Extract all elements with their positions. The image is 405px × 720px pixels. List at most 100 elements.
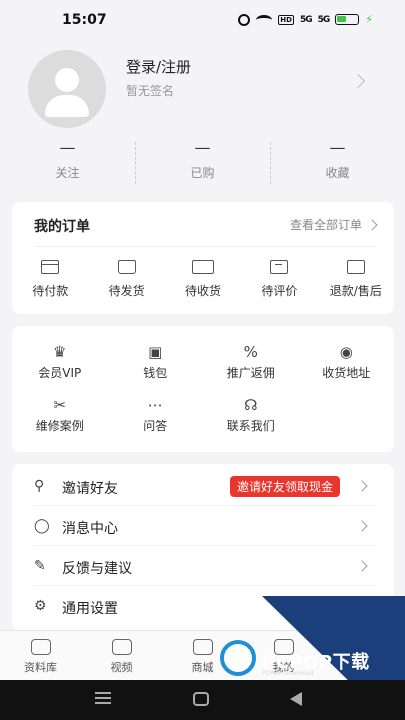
comment-icon [270, 260, 289, 274]
chevron-right-icon [356, 480, 368, 492]
order-pending-review[interactable]: 待评价 [241, 260, 317, 299]
service-vip[interactable]: ♛ 会员VIP [12, 342, 108, 381]
order-item-label: 待发货 [108, 284, 145, 298]
stat-value: — [329, 138, 346, 157]
location-icon: ◉ [339, 343, 353, 361]
refund-icon [346, 260, 365, 274]
orders-card: 我的订单 查看全部订单 待付款 待发货 待收货 待评价 退款/售后 [12, 202, 394, 314]
service-contact[interactable]: ☊ 联系我们 [203, 395, 299, 434]
video-icon [111, 639, 132, 655]
home-icon[interactable] [193, 692, 209, 706]
menu-label: 邀请好友 [62, 481, 118, 497]
library-icon [30, 639, 51, 655]
service-label: 钱包 [143, 366, 168, 380]
chevron-right-icon [356, 560, 368, 572]
alarm-icon [238, 13, 251, 26]
order-status-row: 待付款 待发货 待收货 待评价 退款/售后 [12, 260, 394, 299]
avatar-head-shape [55, 68, 79, 92]
order-item-label: 待收货 [185, 284, 222, 298]
tab-video[interactable]: 视频 [81, 631, 162, 680]
tab-library[interactable]: 资料库 [0, 631, 81, 680]
wifi-icon [256, 14, 273, 25]
order-refund[interactable]: 退款/售后 [318, 260, 394, 299]
signal-icon: 5G [299, 14, 313, 25]
chevron-right-icon[interactable] [350, 73, 366, 89]
battery-icon [335, 14, 360, 25]
service-commission[interactable]: % 推广返佣 [203, 342, 299, 381]
service-label: 问答 [143, 419, 168, 433]
hd-badge: HD [278, 14, 294, 25]
back-icon[interactable] [290, 692, 302, 706]
charging-icon: ⚡ [365, 13, 373, 26]
service-label: 收货地址 [322, 366, 371, 380]
gear-icon: ⚙ [34, 598, 47, 614]
stat-value: — [194, 138, 211, 157]
system-nav-bar [0, 680, 405, 720]
crown-icon: ♛ [53, 343, 67, 361]
menu-label: 反馈与建议 [62, 561, 132, 577]
signal-icon-2: 5G [317, 14, 331, 25]
signature-text: 暂无签名 [126, 84, 175, 98]
headset-icon: ☊ [244, 396, 258, 414]
stat-label: 已购 [190, 166, 215, 180]
status-bar: 15:07 HD 5G 5G ⚡ [0, 0, 405, 40]
view-all-orders-link[interactable]: 查看全部订单 [289, 216, 378, 233]
order-item-label: 退款/售后 [329, 284, 382, 298]
status-icons: HD 5G 5G ⚡ [238, 13, 373, 26]
stat-purchased[interactable]: — 已购 [135, 138, 270, 188]
menu-message-center[interactable]: ◯ 消息中心 [12, 506, 394, 546]
user-icon: ⚲ [34, 478, 45, 494]
qa-icon: ⋯ [147, 396, 163, 414]
watermark-logo-icon [220, 640, 256, 676]
view-all-label: 查看全部订单 [289, 218, 362, 232]
percent-icon: % [243, 343, 258, 361]
tab-label: 资料库 [24, 661, 57, 674]
shop-icon [192, 639, 213, 655]
service-wallet[interactable]: ▣ 钱包 [108, 342, 204, 381]
divider [34, 246, 376, 247]
package-icon [117, 260, 136, 274]
status-time: 15:07 [62, 12, 107, 28]
invite-promo-badge[interactable]: 邀请好友领取现金 [229, 476, 340, 497]
menu-label: 通用设置 [62, 601, 118, 617]
services-grid: ♛ 会员VIP ▣ 钱包 % 推广返佣 ◉ 收货地址 ✂ 维修案例 ⋯ 问答 ☊… [12, 342, 394, 434]
services-card: ♛ 会员VIP ▣ 钱包 % 推广返佣 ◉ 收货地址 ✂ 维修案例 ⋯ 问答 ☊… [12, 326, 394, 452]
tools-icon: ✂ [53, 396, 67, 414]
stat-favorites[interactable]: — 收藏 [270, 138, 405, 188]
message-icon: ◯ [34, 518, 50, 534]
menu-feedback[interactable]: ✎ 反馈与建议 [12, 546, 394, 586]
stats-row: — 关注 — 已购 — 收藏 [0, 138, 405, 188]
chevron-right-icon [366, 218, 378, 231]
feedback-icon: ✎ [34, 558, 46, 574]
stat-label: 收藏 [325, 166, 350, 180]
order-item-label: 待评价 [261, 284, 298, 298]
order-item-label: 待付款 [32, 284, 69, 298]
stat-label: 关注 [55, 166, 80, 180]
order-pending-payment[interactable]: 待付款 [12, 260, 88, 299]
stat-following[interactable]: — 关注 [0, 138, 135, 188]
wallet-icon: ▣ [148, 343, 163, 361]
menu-icon[interactable] [95, 692, 111, 704]
service-label: 会员VIP [38, 366, 82, 380]
orders-title: 我的订单 [34, 219, 90, 235]
menu-label: 消息中心 [62, 521, 118, 537]
service-repair-cases[interactable]: ✂ 维修案例 [12, 395, 108, 434]
profile-header[interactable]: 登录/注册 暂无签名 [0, 40, 405, 130]
menu-invite-friends[interactable]: ⚲ 邀请好友 邀请好友领取现金 [12, 466, 394, 506]
avatar-body-shape [45, 95, 89, 117]
chevron-right-icon [356, 520, 368, 532]
truck-icon [192, 260, 215, 274]
stat-value: — [59, 138, 76, 157]
wallet-card-icon [41, 260, 60, 274]
service-address[interactable]: ◉ 收货地址 [299, 342, 395, 381]
service-qa[interactable]: ⋯ 问答 [108, 395, 204, 434]
service-label: 推广返佣 [226, 366, 275, 380]
watermark-subtitle: PCPOP Download [262, 670, 314, 677]
avatar[interactable] [28, 50, 106, 128]
service-label: 维修案例 [35, 419, 84, 433]
service-label: 联系我们 [226, 419, 275, 433]
login-register-link[interactable]: 登录/注册 [126, 56, 191, 77]
order-pending-shipment[interactable]: 待发货 [88, 260, 164, 299]
order-pending-receipt[interactable]: 待收货 [165, 260, 241, 299]
tab-label: 视频 [110, 661, 133, 674]
